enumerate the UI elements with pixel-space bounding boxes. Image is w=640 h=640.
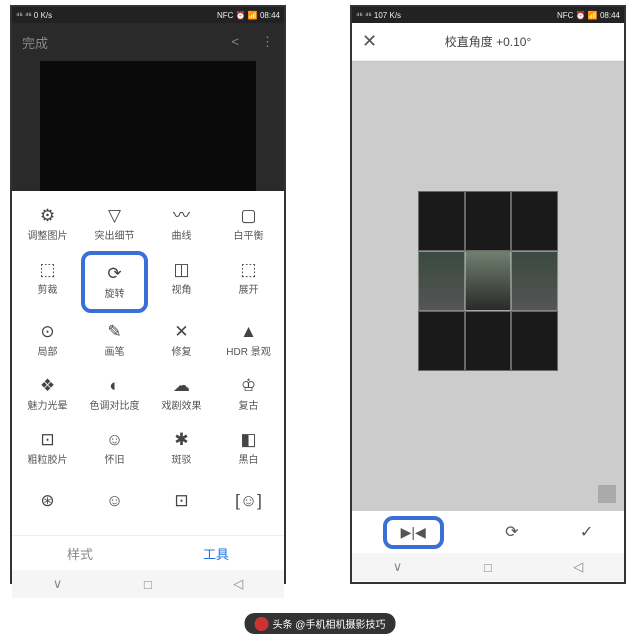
- tool-21[interactable]: ☺: [81, 475, 148, 529]
- tool-icon: ⚙: [40, 207, 55, 224]
- tool-label: 修复: [172, 343, 192, 358]
- tool-18[interactable]: ✱ 斑驳: [148, 421, 215, 475]
- tool-label: 剪裁: [38, 281, 58, 296]
- tool-19[interactable]: ◧ 黑白: [215, 421, 282, 475]
- tool-14[interactable]: ☁ 戏剧效果: [148, 367, 215, 421]
- crop-grid: [418, 191, 558, 371]
- tool-icon: 〰: [173, 207, 190, 224]
- tool-icon: ✎: [107, 323, 121, 340]
- android-nav: ∨ □ ◁: [12, 570, 284, 598]
- tools-grid: ⚙调整图片▽突出细节〰曲线▢白平衡⬚剪裁⟳旋转◫视角⬚展开⊙局部✎画笔✕修复▲H…: [12, 191, 284, 535]
- status-right: NFC ⏰ 📶 08:44: [217, 11, 280, 20]
- tool-icon: ◐: [109, 377, 119, 394]
- share-icon[interactable]: <: [231, 34, 239, 50]
- tool-icon: ✱: [174, 431, 188, 448]
- tool-icon: ◫: [173, 261, 189, 278]
- tool-icon: ⊡: [174, 492, 188, 509]
- tool-22[interactable]: ⊡: [148, 475, 215, 529]
- angle-title: 校直角度 +0.10°: [445, 33, 532, 50]
- tool-label: 复古: [239, 397, 259, 412]
- tool-7[interactable]: ⬚ 展开: [215, 251, 282, 305]
- tool-label: 视角: [172, 281, 192, 296]
- tool-icon: ◧: [240, 431, 256, 448]
- tool-label: 调整图片: [28, 227, 68, 242]
- tool-label: 局部: [38, 343, 58, 358]
- close-icon[interactable]: ✕: [362, 31, 377, 52]
- rotate-icon[interactable]: ⟳: [505, 522, 518, 542]
- image-preview: [40, 61, 256, 191]
- tool-17[interactable]: ☺ 怀旧: [81, 421, 148, 475]
- tool-icon: ⊙: [40, 323, 54, 340]
- tool-4[interactable]: ⬚ 剪裁: [14, 251, 81, 305]
- status-right: NFC ⏰ 📶 08:44: [557, 11, 620, 20]
- bookmark-icon[interactable]: [598, 485, 616, 503]
- status-left: ⁴⁶ ⁴⁶ 0 K/s: [16, 11, 52, 20]
- tool-15[interactable]: ♔ 复古: [215, 367, 282, 421]
- tool-icon: ☁: [173, 377, 190, 394]
- tool-icon: [☺]: [235, 492, 262, 509]
- nav-home-icon[interactable]: □: [484, 560, 492, 575]
- tool-13[interactable]: ◐ 色调对比度: [81, 367, 148, 421]
- tab-styles[interactable]: 样式: [12, 536, 148, 570]
- tool-icon: ⬚: [39, 261, 55, 278]
- tool-5[interactable]: ⟳ 旋转: [81, 251, 148, 313]
- tool-label: 旋转: [105, 285, 125, 300]
- rotate-canvas[interactable]: [352, 61, 624, 511]
- tool-2[interactable]: 〰曲线: [148, 197, 215, 251]
- tool-23[interactable]: [☺]: [215, 475, 282, 529]
- tool-icon: ⊛: [40, 492, 54, 509]
- tool-6[interactable]: ◫ 视角: [148, 251, 215, 305]
- tool-3[interactable]: ▢ 白平衡: [215, 197, 282, 251]
- tool-11[interactable]: ▲ HDR 景观: [215, 313, 282, 367]
- tool-icon: ♔: [241, 377, 256, 394]
- nav-back-icon[interactable]: ∨: [53, 576, 63, 592]
- nav-home-icon[interactable]: □: [144, 577, 152, 592]
- avatar-icon: [255, 617, 269, 631]
- tool-icon: ☺: [106, 431, 123, 448]
- tool-12[interactable]: ❖ 魅力光晕: [14, 367, 81, 421]
- tool-icon: ☺: [106, 492, 123, 509]
- tool-label: 戏剧效果: [162, 397, 202, 412]
- nav-recent-icon[interactable]: ◁: [573, 559, 583, 575]
- tool-icon: ⊡: [40, 431, 54, 448]
- tool-label: 色调对比度: [90, 397, 140, 412]
- tool-icon: ⟳: [107, 265, 121, 282]
- tool-icon: ❖: [40, 377, 55, 394]
- confirm-icon[interactable]: ✓: [580, 522, 593, 542]
- tool-label: 粗粒胶片: [28, 451, 68, 466]
- done-button[interactable]: 完成: [22, 33, 48, 52]
- credit-badge: 头条 @手机相机摄影技巧: [245, 613, 396, 634]
- tool-icon: ⬚: [240, 261, 256, 278]
- tool-label: 魅力光晕: [28, 397, 68, 412]
- tool-label: 画笔: [105, 343, 125, 358]
- tab-tools[interactable]: 工具: [148, 536, 284, 570]
- tool-label: 展开: [239, 281, 259, 296]
- preview-dimmed: 完成 < ⋮: [12, 23, 284, 191]
- tool-label: 曲线: [172, 227, 192, 242]
- tool-0[interactable]: ⚙ 调整图片: [14, 197, 81, 251]
- tool-label: 怀旧: [105, 451, 125, 466]
- tool-8[interactable]: ⊙ 局部: [14, 313, 81, 367]
- tool-label: 斑驳: [172, 451, 192, 466]
- tool-1[interactable]: ▽ 突出细节: [81, 197, 148, 251]
- tool-16[interactable]: ⊡ 粗粒胶片: [14, 421, 81, 475]
- tool-icon: ✕: [174, 323, 188, 340]
- tool-label: 突出细节: [95, 227, 135, 242]
- tool-icon: ▽: [108, 207, 121, 224]
- tool-icon: ▢: [240, 207, 256, 224]
- tool-20[interactable]: ⊛: [14, 475, 81, 529]
- flip-button[interactable]: ▶|◀: [383, 516, 444, 549]
- tool-label: 黑白: [239, 451, 259, 466]
- status-left: ⁴⁶ ⁴⁶ 107 K/s: [356, 11, 401, 20]
- tool-icon: ▲: [240, 323, 257, 340]
- nav-back-icon[interactable]: ∨: [393, 559, 403, 575]
- tool-label: 白平衡: [234, 227, 264, 242]
- more-icon[interactable]: ⋮: [261, 34, 274, 50]
- tool-label: HDR 景观: [226, 343, 270, 358]
- tool-10[interactable]: ✕ 修复: [148, 313, 215, 367]
- tool-9[interactable]: ✎ 画笔: [81, 313, 148, 367]
- android-nav: ∨ □ ◁: [352, 553, 624, 581]
- nav-recent-icon[interactable]: ◁: [233, 576, 243, 592]
